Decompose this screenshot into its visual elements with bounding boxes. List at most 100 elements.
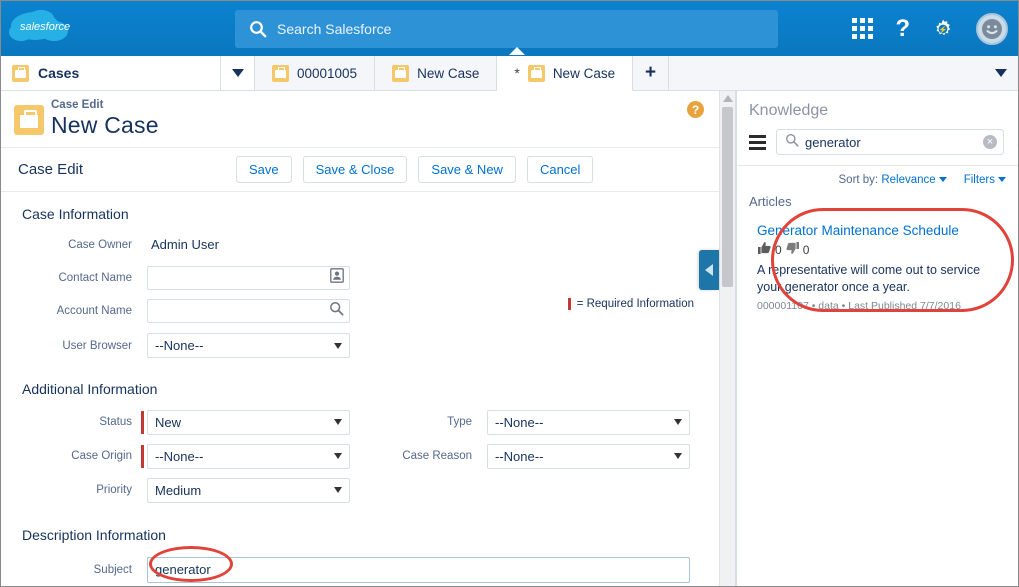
svg-text:⚡: ⚡ (939, 25, 948, 34)
scrollbar-thumb[interactable] (722, 107, 733, 287)
sub-tab-label: 00001005 (297, 65, 358, 81)
knowledge-search-input[interactable] (777, 134, 1003, 150)
global-search[interactable] (235, 10, 778, 48)
primary-tab-dropdown-button[interactable] (221, 56, 255, 90)
pencil-icon[interactable] (1014, 131, 1018, 154)
knowledge-search-row: × (737, 120, 1018, 166)
save-and-close-button[interactable]: Save & Close (302, 155, 408, 184)
article-card[interactable]: Generator Maintenance Schedule 0 0 A rep… (749, 217, 1006, 319)
case-reason-select[interactable]: --None-- (487, 443, 690, 469)
article-snippet: A representative will come out to servic… (757, 263, 981, 295)
thumbs-down-count: 0 (802, 242, 810, 257)
subject-input[interactable] (147, 556, 690, 583)
article-title[interactable]: Generator Maintenance Schedule (757, 223, 1000, 238)
sub-tab-00001005[interactable]: 00001005 (255, 56, 376, 90)
active-tab-pointer (509, 47, 525, 55)
scroll-up-arrow-icon[interactable] (723, 95, 733, 102)
field-label: Case Reason (402, 450, 472, 462)
add-tab-button[interactable]: + (633, 56, 670, 90)
field-label: Status (99, 416, 132, 428)
thumbs-down-icon[interactable] (785, 241, 800, 258)
chevron-down-icon (998, 177, 1006, 182)
hamburger-icon[interactable] (749, 134, 766, 150)
additional-right-column: Type --None-- Case Reason --None-- (341, 405, 690, 473)
sort-by-group: Sort by: Relevance (839, 174, 947, 186)
chevron-left-icon (705, 264, 713, 276)
field-label: Account Name (56, 304, 132, 317)
form-section-label: Case Edit (18, 161, 84, 178)
user-browser-select[interactable]: --None-- (147, 333, 350, 358)
page-title: New Case (51, 112, 159, 138)
article-meta: 000001107 • data • Last Published 7/7/20… (757, 300, 961, 313)
status-select[interactable]: New (147, 409, 350, 435)
cancel-button[interactable]: Cancel (526, 155, 594, 184)
form-buttons: Save Save & Close Save & New Cancel (236, 155, 594, 184)
required-marker-icon (141, 410, 144, 434)
primary-tab-cases[interactable]: Cases (1, 56, 221, 90)
clear-icon[interactable]: × (983, 135, 997, 149)
section-title-case-information: Case Information (22, 206, 129, 222)
contact-name-input[interactable] (147, 265, 350, 290)
record-header: Case Edit New Case ? (1, 91, 736, 148)
section-title-additional-information: Additional Information (22, 381, 158, 397)
section-title-description-information: Description Information (22, 527, 166, 543)
knowledge-panel-title: Knowledge (749, 102, 829, 119)
type-select[interactable]: --None-- (487, 409, 690, 435)
chevron-down-icon (995, 69, 1007, 77)
sub-tab-label: New Case (552, 65, 616, 81)
primary-tab-label: Cases (38, 65, 80, 81)
additional-information-fields: Status New Case Origin --None-- Priority… (1, 405, 736, 507)
case-icon (272, 64, 289, 82)
record-eyebrow: Case Edit (51, 99, 104, 111)
field-priority: Priority Medium (1, 473, 350, 507)
article-votes: 0 0 (757, 241, 1000, 258)
save-and-new-button[interactable]: Save & New (418, 155, 516, 184)
thumbs-up-count: 0 (775, 242, 782, 257)
gear-icon[interactable]: ⚡ (932, 18, 954, 40)
case-icon (392, 64, 410, 82)
svg-text:salesforce: salesforce (20, 21, 70, 33)
field-label: Priority (96, 484, 132, 496)
case-record-icon (14, 105, 44, 135)
tab-overflow-button[interactable] (984, 56, 1018, 90)
field-subject: Subject (1, 553, 736, 586)
global-search-input[interactable] (277, 21, 778, 37)
help-icon[interactable]: ? (895, 16, 910, 41)
field-case-owner: Case Owner Admin User (1, 228, 736, 261)
priority-select[interactable]: Medium (147, 477, 350, 503)
tab-bar-filler (669, 56, 984, 90)
salesforce-console: salesforce ? ⚡ (0, 0, 1019, 587)
thumbs-up-icon[interactable] (757, 241, 772, 258)
sub-tab-new-case-1[interactable]: New Case (375, 56, 498, 90)
help-icon[interactable]: ? (687, 101, 704, 118)
field-label: Case Owner (68, 238, 132, 251)
sort-by-label: Sort by: (838, 174, 879, 186)
filters-button[interactable]: Filters (964, 174, 995, 186)
knowledge-sidebar: Knowledge × (736, 91, 1018, 586)
field-type: Type --None-- (341, 405, 690, 439)
sub-tab-new-case-active[interactable]: * New Case (497, 56, 634, 91)
required-marker-icon (141, 444, 144, 468)
field-case-origin: Case Origin --None-- (1, 439, 350, 473)
additional-left-column: Status New Case Origin --None-- Priority… (1, 405, 350, 507)
case-icon (12, 64, 29, 82)
field-label: Case Origin (71, 450, 132, 462)
account-name-input[interactable] (147, 298, 350, 323)
collapse-sidebar-handle[interactable] (699, 250, 719, 290)
case-origin-select[interactable]: --None-- (147, 443, 350, 469)
knowledge-sort-row: Sort by: Relevance Filters (737, 166, 1018, 192)
field-label: Type (447, 416, 472, 428)
knowledge-search-box[interactable]: × (776, 129, 1004, 155)
case-owner-value: Admin User (151, 237, 219, 252)
global-header-icons: ? ⚡ (852, 1, 1008, 56)
field-label: Contact Name (58, 271, 132, 284)
field-status: Status New (1, 405, 350, 439)
chevron-down-icon (938, 177, 947, 182)
save-button[interactable]: Save (236, 155, 292, 184)
salesforce-logo[interactable]: salesforce (9, 7, 79, 49)
app-launcher-icon[interactable] (852, 18, 874, 39)
unsaved-indicator: * (514, 65, 520, 81)
sort-by-value[interactable]: Relevance (881, 174, 935, 186)
avatar[interactable] (976, 12, 1008, 45)
tab-bar: Cases 00001005 New Case * New Case + (1, 56, 1018, 91)
